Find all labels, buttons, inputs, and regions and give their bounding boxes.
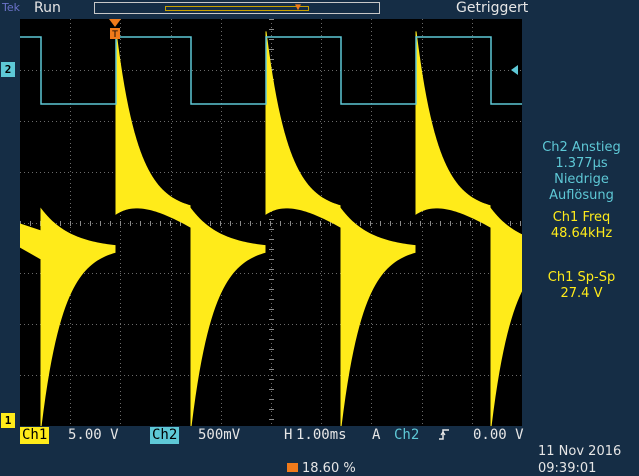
ch1-scale[interactable]: 5.00 V [68, 427, 119, 444]
trigger-mode: A [372, 427, 381, 443]
ch1-freq-value: 48.64kHz [550, 226, 613, 241]
ch1-pp-label: Ch1 Sp-Sp [547, 270, 616, 285]
date: 11 Nov 2016 [538, 444, 622, 459]
ch1-freq-measurement: Ch1 Freq 48.64kHz [524, 210, 639, 242]
ch1-freq-label: Ch1 Freq [552, 210, 611, 225]
trigger-level[interactable]: 0.00 V [473, 427, 524, 444]
ch1-label[interactable]: Ch1 [20, 427, 50, 444]
settings-bar: Ch1 5.00 V Ch2 500mV H 1.00ms A Ch2 0.00… [20, 427, 524, 444]
ch1-waveform [20, 31, 522, 426]
trigger-status: Getriggert [456, 0, 529, 16]
ch1-pp-measurement: Ch1 Sp-Sp 27.4 V [524, 270, 639, 302]
ch1-ground-marker[interactable]: 1 [1, 413, 15, 428]
trigger-position-icon: ▼ [295, 2, 302, 13]
time: 09:39:01 [538, 461, 597, 476]
ch1-pp-value: 27.4 V [560, 286, 603, 301]
timebase-label: H [284, 427, 293, 443]
waveform-display: T [20, 19, 522, 426]
timebase-value[interactable]: 1.00ms [296, 427, 347, 444]
trigger-source[interactable]: Ch2 [392, 427, 422, 444]
ch2-rise-note2: Auflösung [549, 188, 614, 203]
rising-edge-icon [438, 427, 450, 444]
display-window-indicator [165, 6, 309, 11]
ch2-rise-note1: Niedrige [554, 172, 609, 187]
trigger-position-small-icon [287, 463, 298, 472]
ch2-level-arrow-icon [511, 65, 518, 75]
status-bar: Tek Run ▼ Getriggert [0, 0, 639, 19]
trigger-position-readout: 18.60 % [287, 461, 356, 476]
svg-text:T: T [111, 30, 118, 40]
ch2-rise-label: Ch2 Anstieg [542, 140, 621, 155]
trigger-marker: T [109, 19, 121, 40]
ch2-rise-value: 1.377µs [555, 156, 608, 171]
ch2-label[interactable]: Ch2 [150, 427, 180, 444]
measurement-panel: Ch2 Anstieg 1.377µs Niedrige Auflösung C… [524, 140, 639, 308]
record-length-bar: ▼ [94, 2, 380, 14]
run-state: Run [34, 0, 61, 16]
ch2-ground-marker[interactable]: 2 [1, 62, 15, 77]
brand-logo: Tek [2, 1, 20, 14]
ch2-scale[interactable]: 500mV [198, 427, 240, 444]
ch2-rise-measurement: Ch2 Anstieg 1.377µs Niedrige Auflösung [524, 140, 639, 204]
graticule: T [20, 19, 522, 426]
trigger-percent: 18.60 % [302, 461, 356, 476]
